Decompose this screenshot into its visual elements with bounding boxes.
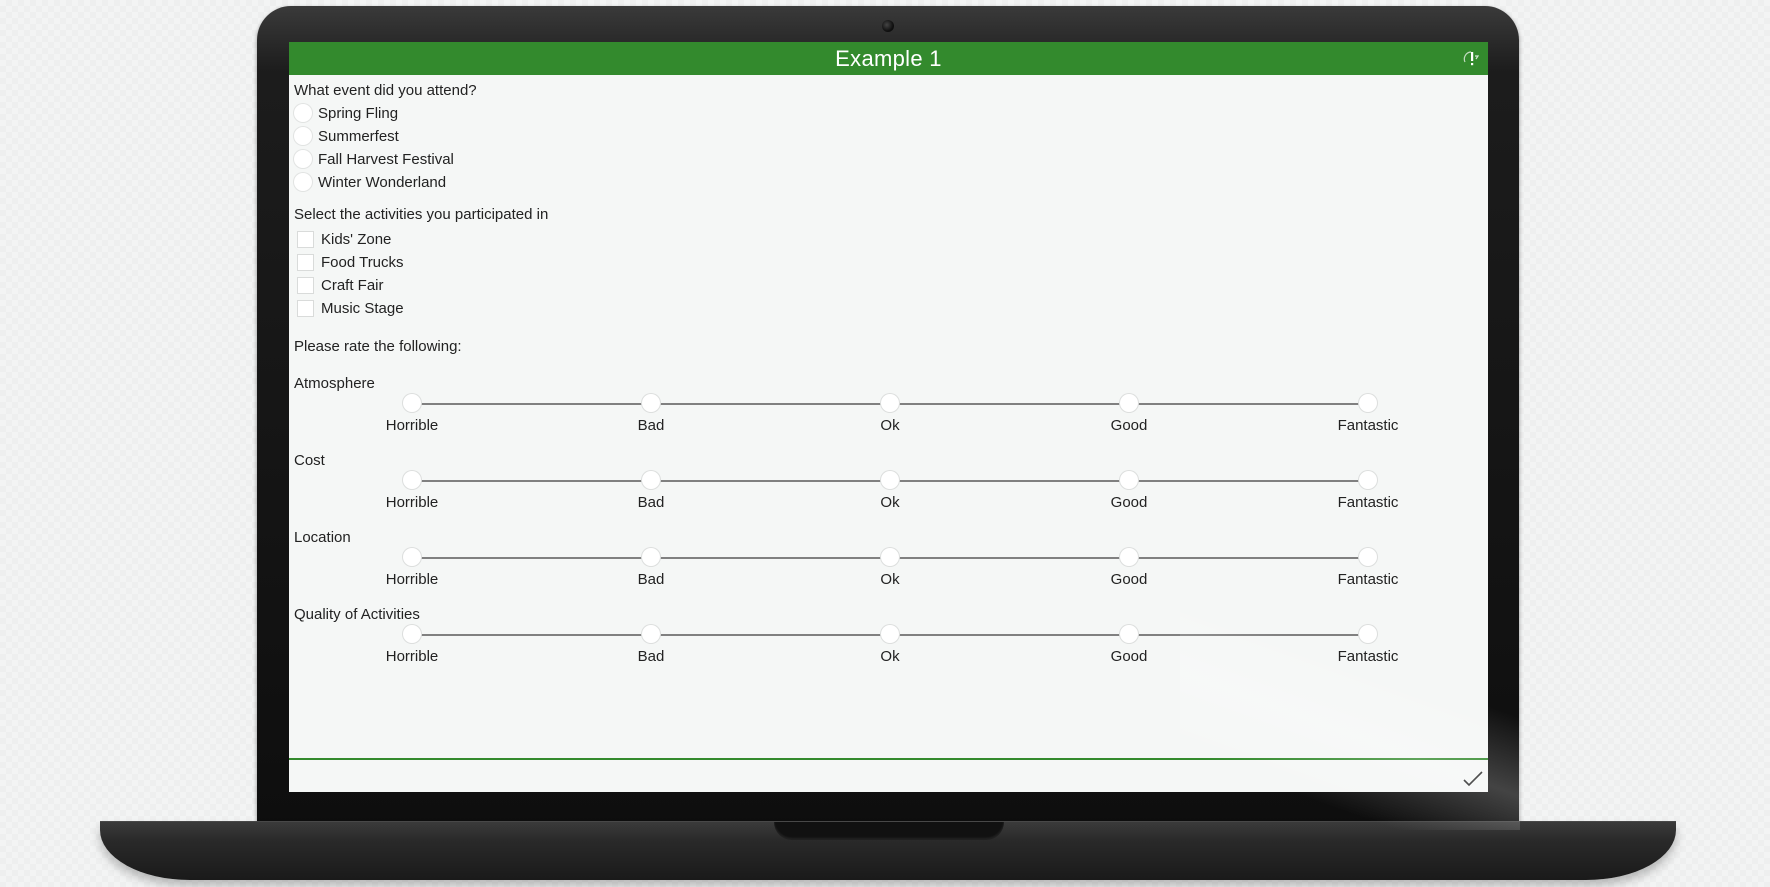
scale-option-knob[interactable] — [1120, 394, 1138, 412]
option-label: Fall Harvest Festival — [318, 150, 454, 168]
checkmark-icon[interactable] — [1462, 770, 1484, 788]
option-label: Craft Fair — [321, 276, 384, 294]
title-bar: Example 1 — [289, 42, 1488, 75]
radio-button[interactable] — [294, 150, 312, 168]
radio-button[interactable] — [294, 173, 312, 191]
rating-label-cost: Cost — [294, 452, 325, 469]
checkbox[interactable] — [297, 299, 314, 317]
scale-option-label: Horrible — [385, 571, 439, 588]
webcam — [882, 20, 894, 32]
scale-option-knob[interactable] — [1359, 625, 1377, 643]
rating-label-location: Location — [294, 529, 351, 546]
scale-option-label: Good — [1110, 417, 1148, 434]
footer-bar — [289, 758, 1488, 792]
option-label: Summerfest — [318, 127, 399, 145]
scale-option-label: Fantastic — [1337, 571, 1399, 588]
checkbox[interactable] — [297, 230, 314, 248]
option-label: Music Stage — [321, 299, 404, 317]
laptop-hinge — [774, 822, 1004, 840]
scale-option-knob[interactable] — [642, 394, 660, 412]
rating-scale-location[interactable]: Horrible Bad Ok Good Fantastic — [294, 547, 1398, 588]
checkbox[interactable] — [297, 276, 314, 294]
alert-icon[interactable] — [1462, 48, 1482, 68]
rating-scale-atmosphere[interactable]: Horrible Bad Ok Good Fantastic — [294, 393, 1398, 434]
survey-screen: Example 1 What event did you attend? Spr… — [289, 42, 1488, 792]
scale-option-label: Ok — [880, 494, 900, 511]
scale-option-label: Horrible — [385, 494, 439, 511]
scale-option-knob[interactable] — [881, 625, 899, 643]
page-title: Example 1 — [835, 45, 942, 71]
ratings-heading: Please rate the following: — [294, 338, 462, 355]
option-label: Kids' Zone — [321, 230, 392, 248]
question-activities-label: Select the activities you participated i… — [294, 206, 549, 223]
activity-option-music-stage[interactable]: Music Stage — [294, 298, 404, 318]
event-option-winter-wonderland[interactable]: Winter Wonderland — [294, 172, 446, 192]
question-event-label: What event did you attend? — [294, 82, 477, 99]
scale-option-knob[interactable] — [1359, 394, 1377, 412]
event-option-summerfest[interactable]: Summerfest — [294, 126, 399, 146]
scale-option-label: Ok — [880, 571, 900, 588]
scale-option-knob[interactable] — [1120, 548, 1138, 566]
event-option-fall-harvest[interactable]: Fall Harvest Festival — [294, 149, 454, 169]
scale-option-label: Horrible — [385, 648, 439, 665]
scale-option-knob[interactable] — [403, 625, 421, 643]
activity-option-kids-zone[interactable]: Kids' Zone — [294, 229, 391, 249]
scale-option-knob[interactable] — [881, 471, 899, 489]
radio-button[interactable] — [294, 127, 312, 145]
option-label: Food Trucks — [321, 253, 404, 271]
scale-option-knob[interactable] — [642, 548, 660, 566]
checkbox[interactable] — [297, 253, 314, 271]
scale-option-label: Good — [1110, 494, 1148, 511]
activity-option-food-trucks[interactable]: Food Trucks — [294, 252, 404, 272]
scale-option-label: Fantastic — [1337, 648, 1399, 665]
scale-option-label: Fantastic — [1337, 494, 1399, 511]
rating-label-quality: Quality of Activities — [294, 606, 420, 623]
rating-scale-quality[interactable]: Horrible Bad Ok Good Fantastic — [294, 624, 1398, 665]
scale-option-knob[interactable] — [881, 548, 899, 566]
scale-option-label: Bad — [637, 417, 665, 434]
scale-option-label: Fantastic — [1337, 417, 1399, 434]
radio-button[interactable] — [294, 104, 312, 122]
scale-option-knob[interactable] — [403, 471, 421, 489]
scale-option-knob[interactable] — [1120, 625, 1138, 643]
scale-option-knob[interactable] — [403, 394, 421, 412]
rating-label-atmosphere: Atmosphere — [294, 375, 375, 392]
scale-option-knob[interactable] — [642, 625, 660, 643]
scale-option-knob[interactable] — [1359, 471, 1377, 489]
scale-option-knob[interactable] — [1120, 471, 1138, 489]
option-label: Winter Wonderland — [318, 173, 447, 191]
scale-option-label: Bad — [637, 494, 665, 511]
scale-option-knob[interactable] — [403, 548, 421, 566]
activity-option-craft-fair[interactable]: Craft Fair — [294, 275, 384, 295]
scale-option-knob[interactable] — [1359, 548, 1377, 566]
scale-option-knob[interactable] — [881, 394, 899, 412]
scale-option-label: Ok — [880, 648, 900, 665]
scale-option-label: Bad — [637, 648, 665, 665]
rating-scale-cost[interactable]: Horrible Bad Ok Good Fantastic — [294, 470, 1398, 511]
option-label: Spring Fling — [318, 104, 399, 122]
event-option-spring-fling[interactable]: Spring Fling — [294, 103, 398, 123]
scale-option-knob[interactable] — [642, 471, 660, 489]
scale-option-label: Bad — [637, 571, 665, 588]
scale-option-label: Ok — [880, 417, 900, 434]
scale-option-label: Horrible — [385, 417, 439, 434]
scale-option-label: Good — [1110, 648, 1148, 665]
scale-option-label: Good — [1110, 571, 1148, 588]
